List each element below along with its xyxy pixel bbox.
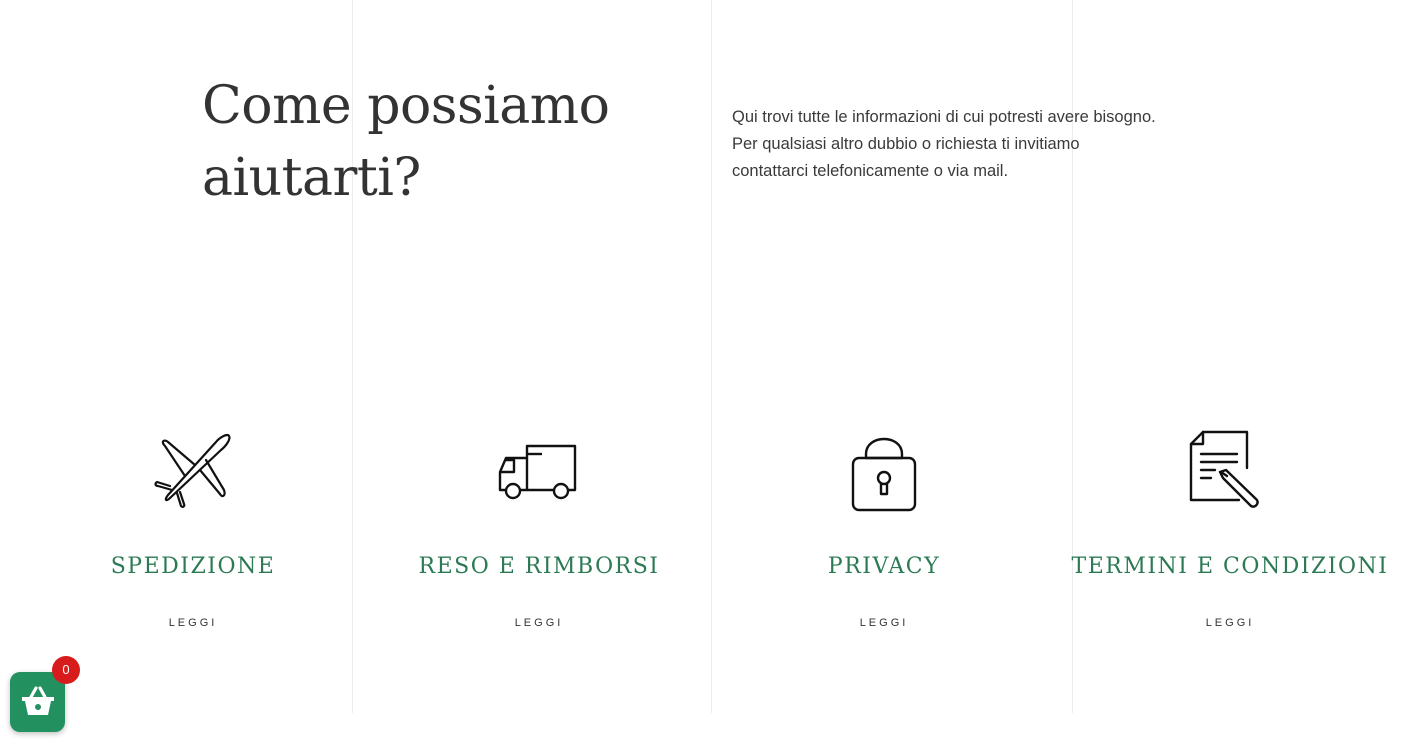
card-title: RESO E RIMBORSI (418, 554, 660, 579)
card-reso-rimborsi: RESO E RIMBORSI LEGGI (374, 428, 704, 643)
page-title-line-1: Come possiamo (202, 76, 610, 136)
page-title-line-2: aiutarti? (202, 142, 421, 214)
card-title: SPEDIZIONE (110, 554, 276, 579)
intro-line: Per qualsiasi altro dubbio o richiesta t… (732, 135, 1080, 153)
card-spedizione: SPEDIZIONE LEGGI (28, 428, 358, 643)
padlock-icon (851, 437, 917, 512)
truck-icon (498, 444, 577, 500)
card-termini-condizioni: TERMINI E CONDIZIONI LEGGI (1065, 428, 1395, 643)
leggi-button[interactable]: LEGGI (138, 603, 248, 643)
cart-count-badge: 0 (52, 656, 80, 684)
basket-icon (22, 686, 54, 715)
leggi-button[interactable]: LEGGI (484, 603, 594, 643)
airplane-icon (154, 433, 231, 508)
card-title: PRIVACY (827, 554, 941, 579)
document-pen-icon (1189, 430, 1259, 508)
leggi-button[interactable]: LEGGI (1175, 603, 1285, 643)
card-privacy: PRIVACY LEGGI (719, 428, 1049, 643)
leggi-button[interactable]: LEGGI (829, 603, 939, 643)
intro-text: Qui trovi tutte le informazioni di cui p… (732, 104, 1252, 185)
page-title: Come possiamo aiutarti? (202, 70, 682, 214)
card-title: TERMINI E CONDIZIONI (1071, 554, 1389, 579)
intro-line: contattarci telefonicamente o via mail. (732, 162, 1009, 180)
column-divider (711, 0, 712, 713)
intro-line: Qui trovi tutte le informazioni di cui p… (732, 108, 1156, 126)
